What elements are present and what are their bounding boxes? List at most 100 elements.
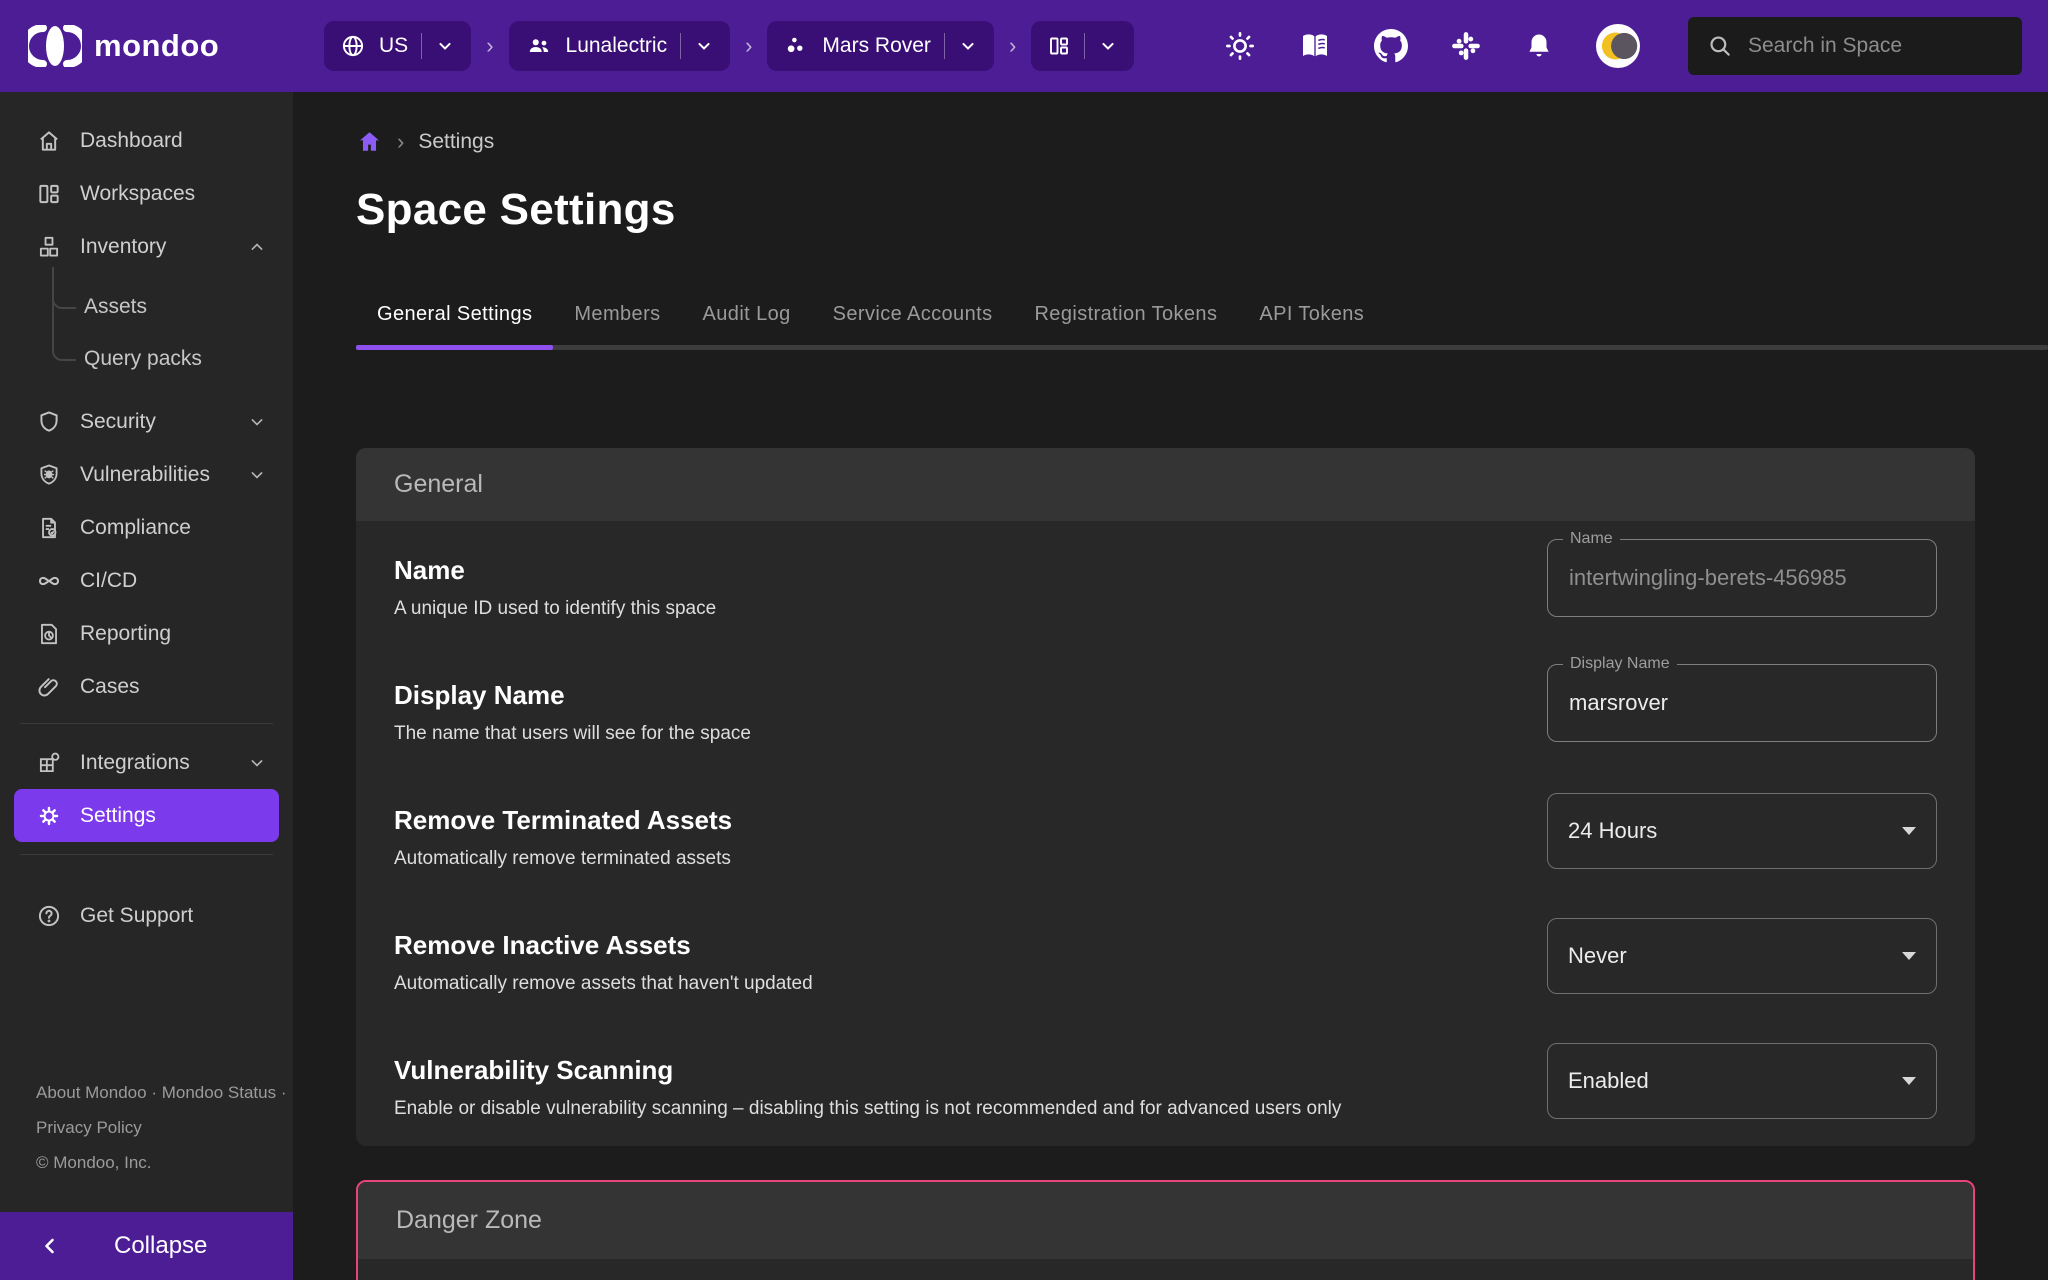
- report-chart-icon: [36, 621, 62, 647]
- chevron-up-icon[interactable]: [247, 237, 267, 257]
- space-search[interactable]: [1688, 17, 2022, 75]
- space-selector[interactable]: Mars Rover: [767, 21, 994, 71]
- sidebar: Dashboard Workspaces Inventory: [0, 92, 293, 1280]
- sidebar-item-workspaces[interactable]: Workspaces: [0, 167, 293, 220]
- select-value: 24 Hours: [1568, 818, 1657, 844]
- sidebar-item-query-packs[interactable]: Query packs: [0, 333, 293, 385]
- gear-icon: [36, 803, 62, 829]
- pill-divider: [1084, 33, 1085, 59]
- globe-icon: [340, 33, 366, 59]
- breadcrumb-home-icon[interactable]: [356, 128, 383, 155]
- workspace-selector[interactable]: [1031, 21, 1134, 71]
- setting-row-remove-terminated: Remove Terminated Assets Automatically r…: [394, 771, 1937, 896]
- setting-row-name: Name A unique ID used to identify this s…: [394, 521, 1937, 646]
- tab-members[interactable]: Members: [553, 287, 681, 350]
- sidebar-item-assets[interactable]: Assets: [0, 281, 293, 333]
- chevron-down-icon[interactable]: [1098, 36, 1118, 56]
- sidebar-item-integrations[interactable]: Integrations: [0, 736, 293, 789]
- sidebar-item-label: Assets: [84, 295, 147, 319]
- setting-title: Display Name: [394, 680, 751, 711]
- slack-icon[interactable]: [1450, 30, 1482, 62]
- region-selector[interactable]: US: [324, 21, 471, 71]
- sidebar-item-label: Dashboard: [80, 129, 183, 153]
- space-label: Mars Rover: [822, 34, 931, 58]
- sidebar-item-label: Vulnerabilities: [80, 463, 210, 487]
- sidebar-item-label: Security: [80, 410, 156, 434]
- chevron-down-icon[interactable]: [247, 412, 267, 432]
- theme-toggle-sun-icon[interactable]: [1224, 30, 1256, 62]
- sidebar-item-get-support[interactable]: Get Support: [0, 889, 293, 942]
- sidebar-item-security[interactable]: Security: [0, 395, 293, 448]
- selector-separator: ›: [743, 33, 754, 59]
- inventory-subtree: Assets Query packs: [0, 281, 293, 385]
- setting-row-vulnerability-scanning: Vulnerability Scanning Enable or disable…: [394, 1021, 1937, 1146]
- organization-selector[interactable]: Lunalectric: [509, 21, 731, 71]
- inventory-icon: [36, 234, 62, 260]
- collapse-label: Collapse: [114, 1232, 207, 1260]
- sidebar-item-label: CI/CD: [80, 569, 137, 593]
- chevron-down-icon[interactable]: [435, 36, 455, 56]
- name-input[interactable]: [1548, 565, 1936, 591]
- document-check-icon: [36, 515, 62, 541]
- infinity-icon: [36, 568, 62, 594]
- sidebar-item-label: Reporting: [80, 622, 171, 646]
- sidebar-item-vulnerabilities[interactable]: Vulnerabilities: [0, 448, 293, 501]
- chevron-left-icon: [38, 1234, 62, 1258]
- sidebar-divider: [20, 723, 273, 724]
- notifications-bell-icon[interactable]: [1524, 30, 1554, 62]
- sidebar-item-inventory[interactable]: Inventory: [0, 220, 293, 273]
- github-icon[interactable]: [1374, 29, 1408, 63]
- sidebar-item-label: Cases: [80, 675, 140, 699]
- space-cluster-icon: [783, 33, 809, 59]
- chevron-down-icon[interactable]: [247, 465, 267, 485]
- user-avatar[interactable]: [1596, 24, 1640, 68]
- sidebar-item-label: Inventory: [80, 235, 166, 259]
- setting-title: Remove Terminated Assets: [394, 805, 732, 836]
- tab-service-accounts[interactable]: Service Accounts: [812, 287, 1014, 350]
- sidebar-item-cicd[interactable]: CI/CD: [0, 554, 293, 607]
- sidebar-item-dashboard[interactable]: Dashboard: [0, 114, 293, 167]
- organization-label: Lunalectric: [566, 34, 668, 58]
- chevron-down-icon[interactable]: [958, 36, 978, 56]
- mondoo-logo[interactable]: mondoo: [28, 25, 268, 67]
- danger-zone-header: Danger Zone: [358, 1182, 1973, 1259]
- mondoo-status-link[interactable]: Mondoo Status: [162, 1083, 276, 1102]
- select-value: Enabled: [1568, 1068, 1649, 1094]
- search-input[interactable]: [1748, 34, 2003, 58]
- sidebar-footer: About Mondoo · Mondoo Status · Privacy P…: [36, 1075, 287, 1180]
- help-circle-icon: [36, 903, 62, 929]
- integrations-icon: [36, 750, 62, 776]
- sidebar-item-label: Settings: [80, 804, 156, 828]
- copyright: © Mondoo, Inc.: [36, 1145, 287, 1180]
- vulnerability-scanning-select[interactable]: Enabled: [1547, 1043, 1937, 1119]
- collapse-sidebar-button[interactable]: Collapse: [0, 1212, 293, 1280]
- breadcrumb-current[interactable]: Settings: [418, 130, 494, 154]
- remove-inactive-select[interactable]: Never: [1547, 918, 1937, 994]
- docs-book-icon[interactable]: [1298, 30, 1332, 62]
- chevron-down-icon[interactable]: [247, 753, 267, 773]
- sidebar-item-cases[interactable]: Cases: [0, 660, 293, 713]
- remove-terminated-select[interactable]: 24 Hours: [1547, 793, 1937, 869]
- privacy-policy-link[interactable]: Privacy Policy: [36, 1118, 142, 1137]
- tab-api-tokens[interactable]: API Tokens: [1238, 287, 1385, 350]
- sidebar-item-settings[interactable]: Settings: [14, 789, 279, 842]
- name-field: Name: [1547, 539, 1937, 617]
- footer-separator: ·: [281, 1083, 287, 1102]
- tab-registration-tokens[interactable]: Registration Tokens: [1013, 287, 1238, 350]
- selector-separator: ›: [484, 33, 495, 59]
- region-label: US: [379, 34, 408, 58]
- setting-row-remove-inactive: Remove Inactive Assets Automatically rem…: [394, 896, 1937, 1021]
- about-mondoo-link[interactable]: About Mondoo: [36, 1083, 147, 1102]
- sidebar-item-reporting[interactable]: Reporting: [0, 607, 293, 660]
- tab-audit-log[interactable]: Audit Log: [682, 287, 812, 350]
- pill-divider: [680, 33, 681, 59]
- setting-description: Enable or disable vulnerability scanning…: [394, 1098, 1341, 1120]
- chevron-down-icon[interactable]: [694, 36, 714, 56]
- sidebar-item-label: Workspaces: [80, 182, 195, 206]
- display-name-input[interactable]: [1548, 690, 1936, 716]
- danger-zone-body: [358, 1259, 1973, 1280]
- selector-separator: ›: [1007, 33, 1018, 59]
- sidebar-item-compliance[interactable]: Compliance: [0, 501, 293, 554]
- dropdown-arrow-icon: [1902, 952, 1916, 960]
- tab-general-settings[interactable]: General Settings: [356, 287, 553, 350]
